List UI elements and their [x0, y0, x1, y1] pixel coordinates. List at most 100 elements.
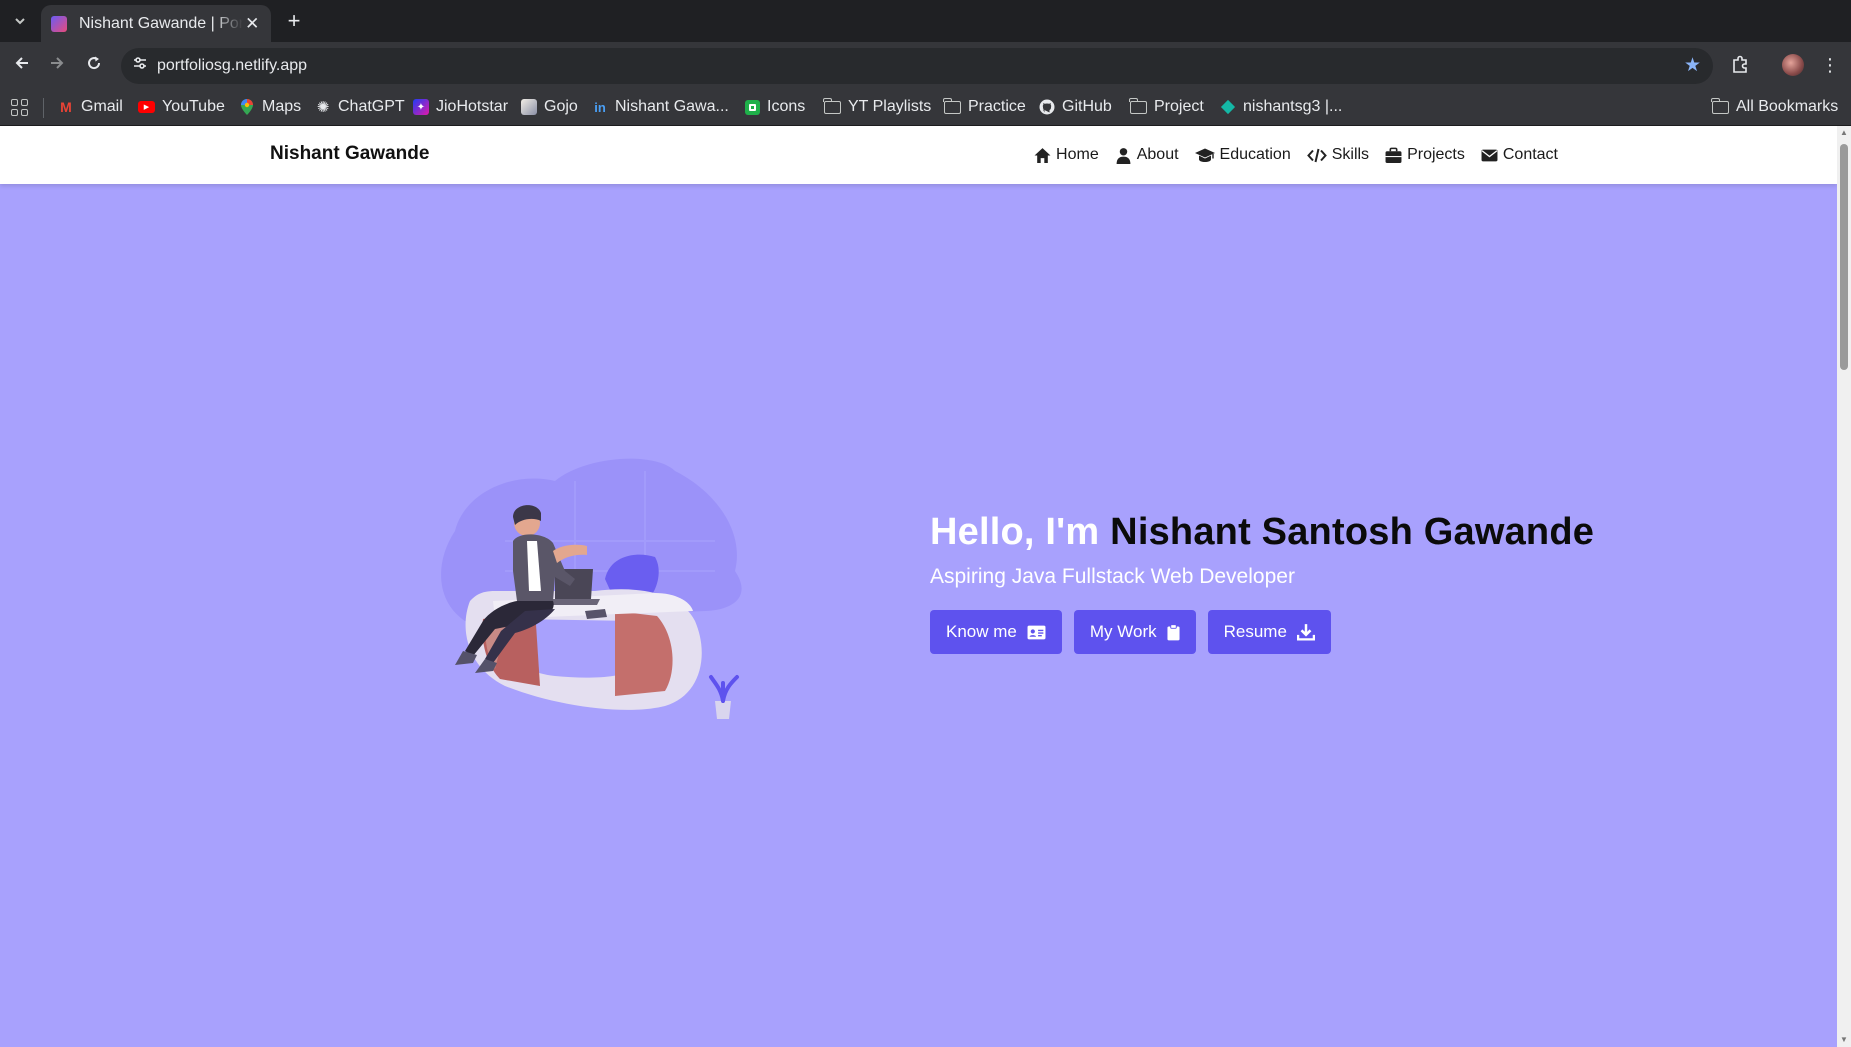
url-text: portfoliosg.netlify.app [157, 57, 308, 74]
nav-label: About [1136, 146, 1179, 163]
bookmark-maps[interactable]: Maps [239, 95, 301, 119]
apps-grid-icon[interactable] [11, 99, 28, 116]
bookmark-star-icon[interactable]: ★ [1684, 54, 1701, 77]
nav-projects[interactable]: Projects [1385, 146, 1465, 164]
bookmark-youtube[interactable]: ▶ YouTube [138, 95, 225, 119]
bookmark-label: Maps [262, 98, 302, 115]
brand-logo[interactable]: Nishant Gawande [270, 143, 429, 165]
bookmark-label: nishantsg3 |... [1243, 98, 1343, 115]
linkedin-icon: in [594, 99, 606, 115]
know-me-button[interactable]: Know me [930, 610, 1062, 654]
scroll-up-icon[interactable]: ▲ [1840, 129, 1848, 137]
close-tab-icon[interactable]: ✕ [243, 14, 261, 34]
bookmark-label: YT Playlists [848, 98, 932, 115]
tab-search-button[interactable] [7, 9, 33, 33]
graduation-cap-icon [1194, 148, 1215, 162]
icons-app-icon [745, 99, 760, 115]
gmail-icon: M [60, 99, 72, 115]
all-bookmarks-label: All Bookmarks [1736, 98, 1839, 115]
code-icon [1306, 148, 1327, 162]
new-tab-button[interactable]: + [281, 9, 307, 35]
bookmark-label: Nishant Gawa... [615, 98, 729, 115]
bookmark-nishantsg3[interactable]: nishantsg3 |... [1220, 95, 1342, 119]
chatgpt-icon: ✺ [316, 99, 330, 116]
bookmarks-bar: M Gmail ▶ YouTube Maps ✺ ChatGPT ✦ JioHo… [0, 89, 1851, 126]
button-label: My Work [1089, 622, 1157, 641]
divider [43, 98, 44, 118]
bookmark-linkedin[interactable]: in Nishant Gawa... [592, 95, 729, 119]
envelope-icon [1481, 149, 1498, 161]
browser-tab[interactable]: Nishant Gawande | Portfolio ✕ [41, 5, 271, 42]
nav-skills[interactable]: Skills [1306, 146, 1370, 164]
id-card-icon [1027, 625, 1046, 639]
tab-title: Nishant Gawande | Portfolio [79, 14, 244, 32]
github-icon [1039, 99, 1055, 115]
hero-name: Nishant Santosh Gawande [1110, 511, 1595, 553]
bookmark-gmail[interactable]: M Gmail [58, 95, 123, 119]
clipboard-icon [1167, 623, 1180, 640]
bookmark-project[interactable]: Project [1129, 95, 1204, 119]
home-icon [1034, 147, 1051, 163]
reload-icon [88, 56, 101, 70]
forward-button[interactable] [44, 52, 70, 78]
nav-links: Home About Education Skills Projects Con… [1034, 126, 1558, 184]
nav-label: Contact [1502, 146, 1558, 163]
bookmark-label: ChatGPT [338, 98, 405, 115]
bookmark-label: JioHotstar [436, 98, 509, 115]
user-icon [1116, 147, 1131, 164]
bookmark-label: Gmail [81, 98, 123, 115]
button-label: Know me [946, 622, 1017, 641]
extensions-icon[interactable] [1729, 54, 1751, 76]
bookmark-gojo[interactable]: Gojo [521, 95, 578, 119]
tune-icon [134, 57, 146, 69]
my-work-button[interactable]: My Work [1073, 610, 1196, 654]
nav-home[interactable]: Home [1034, 146, 1099, 164]
maps-icon [239, 99, 255, 115]
address-bar[interactable]: portfoliosg.netlify.app ★ [121, 48, 1713, 84]
bookmark-github[interactable]: GitHub [1039, 95, 1112, 119]
browser-toolbar: portfoliosg.netlify.app ★ ⋮ [0, 42, 1851, 89]
jiohotstar-icon: ✦ [413, 99, 429, 115]
nav-contact[interactable]: Contact [1481, 146, 1558, 164]
bookmark-chatgpt[interactable]: ✺ ChatGPT [315, 95, 405, 119]
back-button[interactable] [9, 52, 35, 78]
hero-greeting: Hello, I'm [930, 511, 1100, 553]
hero-illustration [441, 458, 742, 719]
button-label: Resume [1223, 622, 1287, 641]
page-scrollbar[interactable]: ▲ ▼ [1837, 126, 1851, 1047]
bookmark-jiohotstar[interactable]: ✦ JioHotstar [413, 95, 508, 119]
briefcase-icon [1385, 147, 1402, 163]
site-info-button[interactable] [129, 55, 151, 77]
folder-icon [943, 97, 961, 114]
reload-button[interactable] [81, 52, 107, 78]
folder-icon [823, 97, 841, 114]
youtube-icon: ▶ [138, 101, 155, 113]
nav-label: Skills [1331, 146, 1370, 163]
scrollbar-thumb[interactable] [1840, 144, 1848, 370]
browser-menu-icon[interactable]: ⋮ [1818, 52, 1842, 78]
hero-buttons: Know me My Work Resume [930, 610, 1594, 654]
bookmark-label: YouTube [162, 98, 225, 115]
all-bookmarks-button[interactable]: All Bookmarks [1711, 95, 1839, 119]
scroll-down-icon[interactable]: ▼ [1840, 1036, 1848, 1044]
hero-tagline: Aspiring Java Fullstack Web Developer [930, 565, 1295, 588]
profile-avatar[interactable] [1782, 54, 1804, 76]
page-viewport: Nishant Gawande Home About Education Ski… [0, 126, 1837, 1047]
bookmark-label: Gojo [544, 98, 578, 115]
download-icon [1296, 624, 1315, 641]
bookmark-yt-playlists[interactable]: YT Playlists [823, 95, 932, 119]
bookmark-label: Practice [968, 98, 1026, 115]
bookmark-practice[interactable]: Practice [943, 95, 1026, 119]
tab-strip: Nishant Gawande | Portfolio ✕ + [0, 0, 1851, 42]
gojo-icon [521, 99, 537, 115]
nav-label: Education [1219, 146, 1291, 163]
hero-heading: Hello, I'm Nishant Santosh Gawande [930, 511, 1594, 554]
arrow-left-icon [15, 57, 28, 69]
bookmark-label: GitHub [1062, 98, 1112, 115]
bookmark-icons[interactable]: Icons [745, 95, 805, 119]
nav-education[interactable]: Education [1194, 146, 1291, 164]
resume-button[interactable]: Resume [1207, 610, 1331, 654]
bookmark-label: Project [1154, 98, 1204, 115]
nav-label: Projects [1407, 146, 1465, 163]
nav-about[interactable]: About [1115, 146, 1179, 164]
